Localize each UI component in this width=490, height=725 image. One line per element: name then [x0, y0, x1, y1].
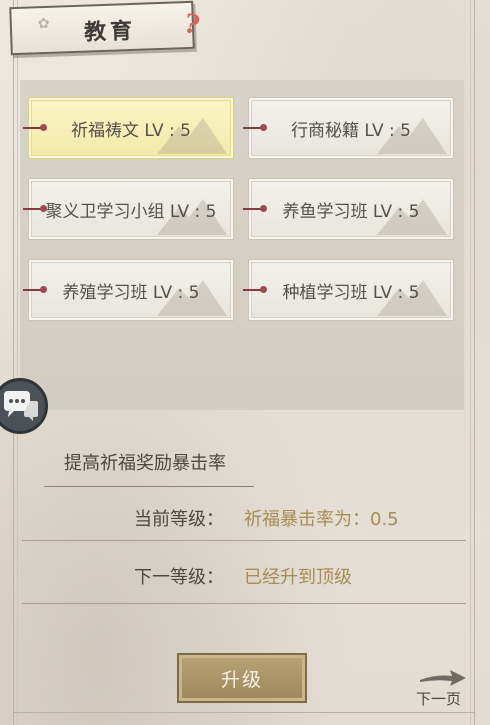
- pin-icon: [243, 205, 267, 212]
- skill-card-blessing-prayer[interactable]: 祈福祷文 LV : 5: [23, 97, 234, 159]
- frame-border-right: [474, 0, 475, 725]
- skill-card-label: 养鱼学习班 LV : 5: [282, 201, 420, 222]
- skill-list-panel: 祈福祷文 LV : 5 行商秘籍 LV : 5 聚义卫学习小组 LV : 5 养…: [20, 80, 464, 410]
- next-page-button[interactable]: 下一页: [412, 664, 472, 710]
- divider: [44, 486, 254, 487]
- pin-icon: [243, 124, 267, 131]
- frame-border-bottom: [13, 712, 475, 713]
- upgrade-button-label: 升级: [220, 668, 263, 691]
- frame-border-left-inner: [17, 0, 18, 725]
- page-title: 教育: [83, 17, 137, 46]
- flower-ornament-icon: ✿: [37, 15, 50, 33]
- divider: [22, 603, 466, 604]
- pin-icon: [23, 124, 47, 131]
- skill-card-label: 行商秘籍 LV : 5: [291, 120, 411, 141]
- upgrade-button[interactable]: 升级: [177, 653, 307, 703]
- skill-card-label: 种植学习班 LV : 5: [282, 282, 420, 303]
- frame-border-left: [13, 0, 14, 725]
- next-level-label: 下一等级：: [134, 567, 224, 588]
- skill-card-guard-study-group[interactable]: 聚义卫学习小组 LV : 5: [23, 178, 234, 240]
- skill-description: 提高祈福奖励暴击率: [64, 453, 226, 474]
- current-level-label: 当前等级：: [134, 509, 224, 530]
- skill-card-fish-farming-class[interactable]: 养鱼学习班 LV : 5: [243, 178, 454, 240]
- pin-icon: [23, 205, 47, 212]
- title-tab: ✿ 教育: [9, 0, 195, 56]
- skill-card-label: 聚义卫学习小组 LV : 5: [45, 201, 217, 222]
- skill-card-merchant-secrets[interactable]: 行商秘籍 LV : 5: [243, 97, 454, 159]
- frame-border-right-inner: [470, 0, 471, 725]
- next-level-value: 已经升到顶级: [244, 567, 352, 588]
- arrow-right-icon: [420, 670, 466, 686]
- divider: [22, 540, 466, 541]
- pin-icon: [23, 286, 47, 293]
- chat-bubble-icon: [4, 391, 38, 421]
- skill-card-label: 养殖学习班 LV : 5: [62, 282, 200, 303]
- skill-card-label: 祈福祷文 LV : 5: [71, 120, 191, 141]
- skill-card-planting-class[interactable]: 种植学习班 LV : 5: [243, 259, 454, 321]
- pin-icon: [243, 286, 267, 293]
- skill-card-breeding-class[interactable]: 养殖学习班 LV : 5: [23, 259, 234, 321]
- next-page-label: 下一页: [416, 690, 462, 708]
- current-level-value: 祈福暴击率为：0.5: [244, 509, 399, 530]
